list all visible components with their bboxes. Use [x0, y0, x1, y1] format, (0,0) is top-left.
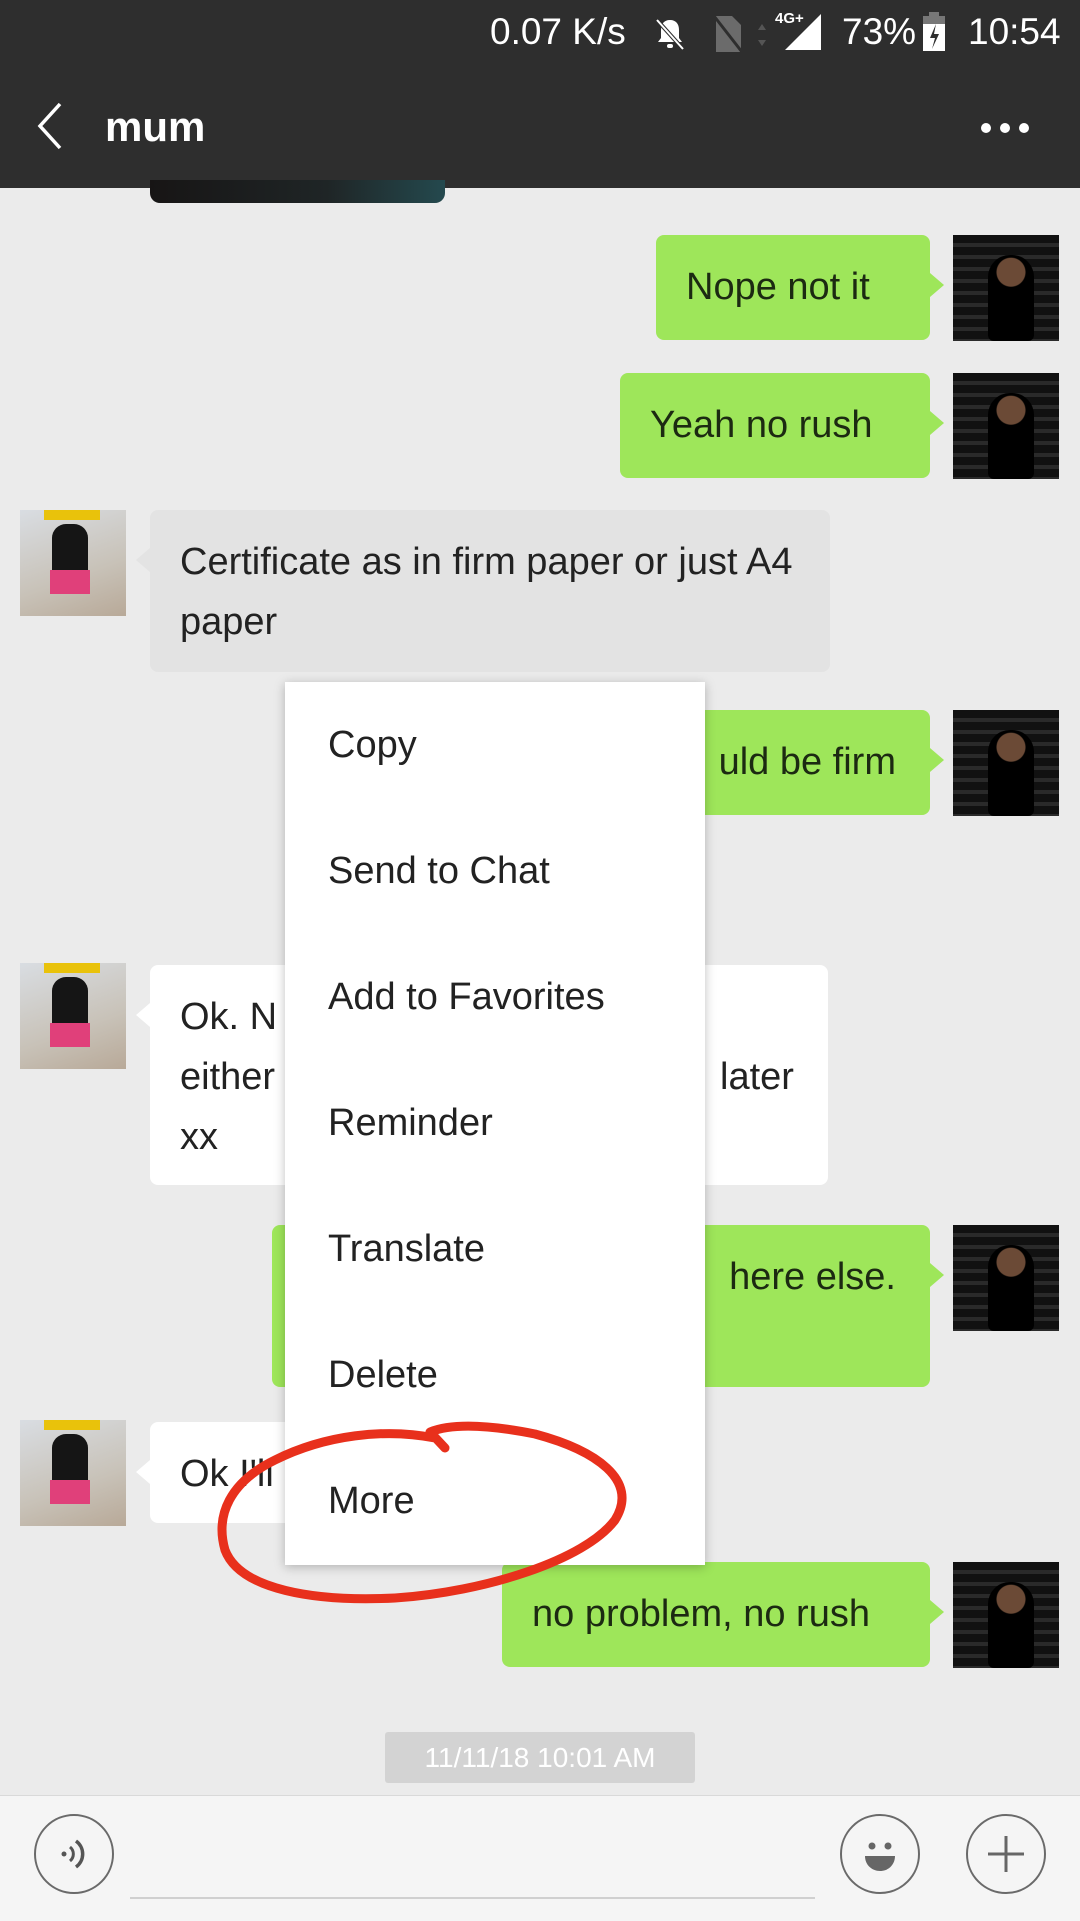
chat-title: mum — [105, 103, 206, 150]
data-arrows-icon — [758, 24, 766, 46]
image-message[interactable] — [150, 180, 445, 203]
menu-item-send-to-chat[interactable]: Send to Chat — [285, 808, 705, 934]
annotation-circle — [217, 1421, 627, 1604]
message-text-fragment: Ok. N — [180, 996, 278, 1038]
message-input[interactable] — [130, 1897, 815, 1899]
message-text: here else. — [729, 1256, 896, 1298]
message-text: Certificate as in firm paper or just A4 … — [180, 541, 793, 643]
mum-avatar[interactable] — [20, 510, 126, 616]
emoji-button[interactable] — [840, 1814, 920, 1894]
timestamp-chip: 11/11/18 10:01 AM — [385, 1732, 695, 1783]
no-sim-icon — [712, 15, 744, 53]
my-avatar[interactable] — [953, 373, 1059, 479]
plus-icon — [988, 1836, 1024, 1872]
mum-avatar[interactable] — [20, 963, 126, 1069]
voice-button[interactable] — [34, 1814, 114, 1894]
menu-item-copy[interactable]: Copy — [285, 682, 705, 808]
signal-icon — [785, 14, 821, 50]
top-bar: 0.07 K/s 4G+ 73% 10:54 mum — [0, 0, 1080, 188]
message-text-fragment: later — [720, 1056, 794, 1098]
my-avatar[interactable] — [953, 1225, 1059, 1331]
message-text: uld be firm — [718, 741, 896, 783]
battery-charging-icon — [923, 12, 945, 51]
message-text: Yeah no rush — [650, 404, 873, 446]
my-avatar[interactable] — [953, 1562, 1059, 1668]
clock: 10:54 — [968, 11, 1061, 52]
my-avatar[interactable] — [953, 710, 1059, 816]
message-sent[interactable]: Yeah no rush — [620, 373, 944, 478]
message-received-selected[interactable]: Certificate as in firm paper or just A4 … — [136, 510, 830, 672]
message-text: Nope not it — [686, 266, 870, 308]
menu-item-reminder[interactable]: Reminder — [285, 1060, 705, 1186]
chevron-left-icon[interactable] — [30, 100, 70, 152]
net-speed: 0.07 K/s — [490, 11, 626, 52]
menu-item-translate[interactable]: Translate — [285, 1186, 705, 1312]
voice-icon — [61, 1839, 85, 1869]
bell-off-icon — [655, 18, 685, 51]
plus-button[interactable] — [966, 1814, 1046, 1894]
more-dots-icon[interactable] — [978, 118, 1032, 138]
emoji-icon — [865, 1842, 895, 1871]
message-sent[interactable]: Nope not it — [656, 235, 944, 340]
menu-item-add-to-favorites[interactable]: Add to Favorites — [285, 934, 705, 1060]
battery-percent: 73% — [842, 11, 917, 52]
mum-avatar[interactable] — [20, 1420, 126, 1526]
message-text-fragment: either — [180, 1056, 276, 1098]
message-text-fragment: xx — [180, 1116, 218, 1158]
my-avatar[interactable] — [953, 235, 1059, 341]
